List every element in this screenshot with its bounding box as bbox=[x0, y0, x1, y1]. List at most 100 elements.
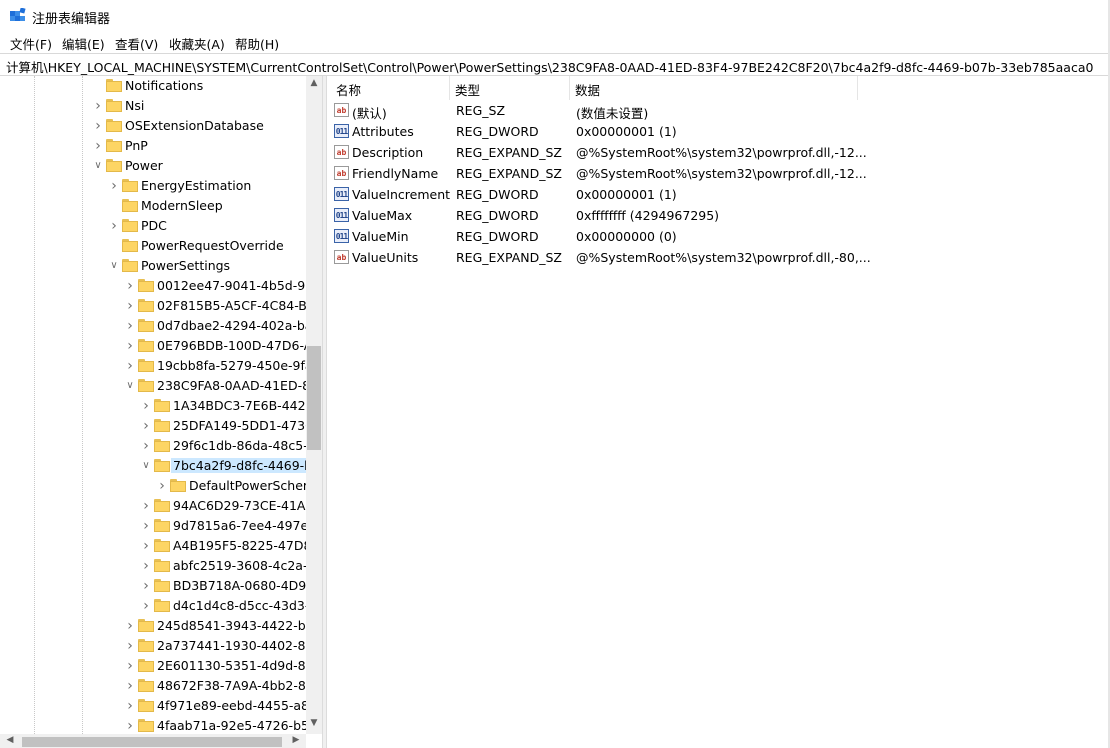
tree-node[interactable]: › 9d7815a6-7ee4-497e-8 bbox=[0, 516, 320, 536]
tree-node-label[interactable]: PowerSettings bbox=[141, 258, 230, 273]
chevron-right-icon[interactable]: › bbox=[124, 619, 136, 633]
tree-node-label[interactable]: ModernSleep bbox=[141, 198, 223, 213]
tree-node-label[interactable]: 4f971e89-eebd-4455-a8d bbox=[157, 698, 317, 713]
chevron-right-icon[interactable]: › bbox=[124, 659, 136, 673]
tree-node-label[interactable]: BD3B718A-0680-4D9D bbox=[173, 578, 316, 593]
chevron-right-icon[interactable]: › bbox=[140, 559, 152, 573]
tree-node-label[interactable]: 29f6c1db-86da-48c5-9 bbox=[173, 438, 316, 453]
tree-node[interactable]: Notifications bbox=[0, 76, 306, 96]
chevron-right-icon[interactable]: › bbox=[140, 439, 152, 453]
tree-node[interactable]: › Nsi bbox=[0, 96, 306, 116]
chevron-right-icon[interactable]: › bbox=[124, 719, 136, 733]
chevron-right-icon[interactable]: › bbox=[124, 319, 136, 333]
menu-file[interactable]: 文件(F) bbox=[10, 34, 52, 53]
chevron-right-icon[interactable]: › bbox=[156, 479, 168, 493]
tree-node-label[interactable]: 0d7dbae2-4294-402a-ba8 bbox=[157, 318, 320, 333]
chevron-down-icon[interactable]: ∨ bbox=[124, 380, 136, 392]
column-header-data[interactable]: 数据 bbox=[575, 80, 600, 100]
tree-node-label[interactable]: 7bc4a2f9-d8fc-4469-b0 bbox=[171, 458, 322, 473]
tree-node-label[interactable]: PowerRequestOverride bbox=[141, 238, 284, 253]
chevron-right-icon[interactable]: › bbox=[140, 519, 152, 533]
chevron-right-icon[interactable]: › bbox=[92, 99, 104, 113]
scroll-down-arrow-icon[interactable]: ▼ bbox=[306, 718, 322, 728]
tree-node[interactable]: › 29f6c1db-86da-48c5-9 bbox=[0, 436, 315, 456]
tree-node[interactable]: › BD3B718A-0680-4D9D bbox=[0, 576, 316, 596]
menu-view[interactable]: 查看(V) bbox=[115, 34, 158, 53]
tree-node-label[interactable]: 0E796BDB-100D-47D6-A2 bbox=[157, 338, 320, 353]
tree-node[interactable]: › 0d7dbae2-4294-402a-ba8 bbox=[0, 316, 320, 336]
chevron-right-icon[interactable]: › bbox=[124, 299, 136, 313]
tree-node[interactable]: › 25DFA149-5DD1-4736- bbox=[0, 416, 317, 436]
scroll-up-arrow-icon[interactable]: ▲ bbox=[306, 78, 322, 88]
tree-node[interactable]: ModernSleep bbox=[0, 196, 306, 216]
tree-node-label[interactable]: OSExtensionDatabase bbox=[125, 118, 264, 133]
tree-node[interactable]: › OSExtensionDatabase bbox=[0, 116, 306, 136]
menu-favorites[interactable]: 收藏夹(A) bbox=[169, 34, 225, 53]
chevron-right-icon[interactable]: › bbox=[124, 699, 136, 713]
tree-node[interactable]: › 2a737441-1930-4402-8d7 bbox=[0, 636, 321, 656]
tree-node[interactable]: › PnP bbox=[0, 136, 306, 156]
chevron-right-icon[interactable]: › bbox=[124, 279, 136, 293]
value-row[interactable]: ab (默认) REG_SZ (数值未设置) bbox=[330, 100, 1110, 121]
tree-node-label[interactable]: 4faab71a-92e5-4726-b53 bbox=[157, 718, 317, 733]
tree-node[interactable]: › 245d8541-3943-4422-b02 bbox=[0, 616, 321, 636]
tree-node[interactable]: › A4B195F5-8225-47D8- bbox=[0, 536, 316, 556]
chevron-down-icon[interactable]: ∨ bbox=[92, 160, 104, 172]
address-bar[interactable]: 计算机\HKEY_LOCAL_MACHINE\SYSTEM\CurrentCon… bbox=[0, 53, 1110, 76]
column-header-type[interactable]: 类型 bbox=[455, 80, 480, 100]
chevron-right-icon[interactable]: › bbox=[108, 179, 120, 193]
chevron-right-icon[interactable]: › bbox=[140, 399, 152, 413]
tree-node-label[interactable]: PnP bbox=[125, 138, 148, 153]
tree-node-label[interactable]: 0012ee47-9041-4b5d-9b7 bbox=[157, 278, 321, 293]
chevron-down-icon[interactable]: ∨ bbox=[108, 260, 120, 272]
chevron-right-icon[interactable]: › bbox=[92, 139, 104, 153]
tree-node[interactable]: ∨ Power bbox=[0, 156, 306, 176]
chevron-right-icon[interactable]: › bbox=[108, 219, 120, 233]
address-path[interactable]: 计算机\HKEY_LOCAL_MACHINE\SYSTEM\CurrentCon… bbox=[6, 57, 1093, 76]
tree-node[interactable]: › 4faab71a-92e5-4726-b53 bbox=[0, 716, 317, 736]
tree-node-label[interactable]: d4c1d4c8-d5cc-43d3-b bbox=[173, 598, 317, 613]
tree-node[interactable]: › 1A34BDC3-7E6B-442E- bbox=[0, 396, 318, 416]
tree-node-label[interactable]: 02F815B5-A5CF-4C84-BF2 bbox=[157, 298, 322, 313]
tree-node[interactable]: ∨ 7bc4a2f9-d8fc-4469-b0 bbox=[0, 456, 322, 476]
chevron-down-icon[interactable]: ∨ bbox=[140, 460, 152, 472]
chevron-right-icon[interactable]: › bbox=[124, 339, 136, 353]
tree-node-label[interactable]: 25DFA149-5DD1-4736- bbox=[173, 418, 317, 433]
tree-node-label[interactable]: Notifications bbox=[125, 78, 203, 93]
tree-node[interactable]: ∨ 238C9FA8-0AAD-41ED-83 bbox=[0, 376, 318, 396]
value-row[interactable]: 011 ValueMin REG_DWORD 0x00000000 (0) bbox=[330, 226, 1110, 247]
tree-node[interactable]: › 02F815B5-A5CF-4C84-BF2 bbox=[0, 296, 322, 316]
tree-node[interactable]: PowerRequestOverride bbox=[0, 236, 306, 256]
chevron-right-icon[interactable]: › bbox=[140, 579, 152, 593]
tree-node-label[interactable]: Power bbox=[125, 158, 163, 173]
tree-hscrollbar-thumb[interactable] bbox=[22, 737, 282, 747]
tree-node[interactable]: › 94AC6D29-73CE-41A6- bbox=[0, 496, 318, 516]
column-divider[interactable] bbox=[449, 76, 450, 100]
menu-help[interactable]: 帮助(H) bbox=[235, 34, 279, 53]
chevron-right-icon[interactable]: › bbox=[140, 419, 152, 433]
tree-node-label[interactable]: Nsi bbox=[125, 98, 144, 113]
tree-node-label[interactable]: A4B195F5-8225-47D8- bbox=[173, 538, 316, 553]
tree-node-label[interactable]: 1A34BDC3-7E6B-442E- bbox=[173, 398, 318, 413]
value-row[interactable]: 011 ValueIncrement REG_DWORD 0x00000001 (1) bbox=[330, 184, 1110, 205]
tree-scrollbar-thumb[interactable] bbox=[307, 346, 321, 450]
tree-node[interactable]: › 48672F38-7A9A-4bb2-8BF bbox=[0, 676, 321, 696]
tree-node-label[interactable]: DefaultPowerSchem bbox=[189, 478, 315, 493]
tree-node-label[interactable]: PDC bbox=[141, 218, 167, 233]
value-row[interactable]: 011 Attributes REG_DWORD 0x00000001 (1) bbox=[330, 121, 1110, 142]
tree-node-label[interactable]: 94AC6D29-73CE-41A6- bbox=[173, 498, 318, 513]
chevron-right-icon[interactable]: › bbox=[92, 119, 104, 133]
tree-node[interactable]: › 2E601130-5351-4d9d-8E0 bbox=[0, 656, 321, 676]
values-list-pane[interactable]: 名称 类型 数据 ab (默认) REG_SZ (数值未设置) 011 Attribute… bbox=[330, 76, 1110, 748]
value-row[interactable]: ab ValueUnits REG_EXPAND_SZ @%SystemRoot%\s… bbox=[330, 247, 1110, 268]
tree-node-label[interactable]: 19cbb8fa-5279-450e-9fac bbox=[157, 358, 319, 373]
column-divider[interactable] bbox=[857, 76, 858, 100]
tree-node[interactable]: › 19cbb8fa-5279-450e-9fac bbox=[0, 356, 319, 376]
menu-edit[interactable]: 编辑(E) bbox=[62, 34, 105, 53]
tree-node-label[interactable]: 9d7815a6-7ee4-497e-8 bbox=[173, 518, 321, 533]
tree-node[interactable]: › 4f971e89-eebd-4455-a8d bbox=[0, 696, 317, 716]
value-row[interactable]: ab FriendlyName REG_EXPAND_SZ @%SystemRoot%… bbox=[330, 163, 1110, 184]
tree-node[interactable]: ∨ PowerSettings bbox=[0, 256, 306, 276]
tree-node[interactable]: › abfc2519-3608-4c2a-94 bbox=[0, 556, 322, 576]
tree-node[interactable]: › PDC bbox=[0, 216, 306, 236]
